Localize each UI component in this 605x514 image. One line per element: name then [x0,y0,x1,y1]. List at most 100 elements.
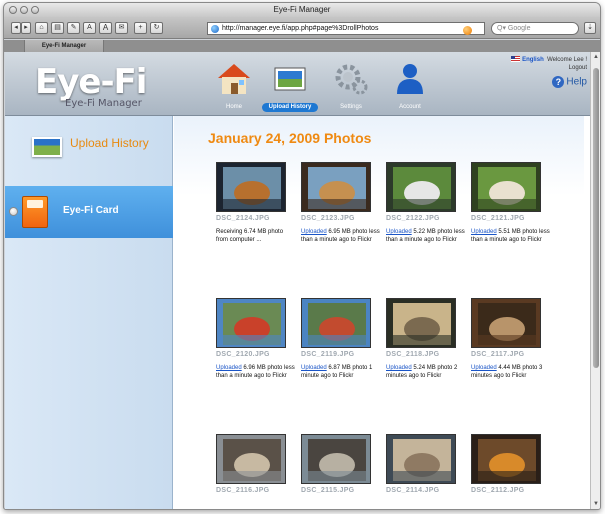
vertical-scrollbar[interactable]: ▲ ▼ [590,52,600,509]
photo-icon [32,137,62,157]
uploaded-link[interactable]: Uploaded [386,365,412,371]
sd-card-icon [22,196,48,228]
photo-filename: DSC_2115.JPG [301,487,355,494]
scroll-up-icon[interactable]: ▲ [592,54,600,61]
sidebar: Upload History Eye-Fi Card [5,116,173,509]
nav-account-label: Account [399,104,421,110]
address-text: http://manager.eye.fi/app.php#page%3Drol… [222,25,379,32]
photo-thumbnail[interactable] [386,298,456,348]
gears-icon [335,64,368,95]
download-button[interactable]: ⇣ [584,22,596,34]
photo-thumbnail[interactable] [216,162,286,212]
nav-upload-history-label: Upload History [262,103,318,112]
photo-thumbnail[interactable] [386,434,456,484]
logout-link[interactable]: Logout [511,64,587,72]
nav-settings-label: Settings [340,104,362,110]
help-link[interactable]: ? Help [552,76,587,89]
nav-settings[interactable]: Settings [321,58,381,114]
edit-button[interactable]: ✎ [67,22,80,34]
language-link[interactable]: English [522,57,544,63]
photo-thumbnail[interactable] [301,434,371,484]
globe-icon [211,25,219,33]
uploaded-link[interactable]: Uploaded [301,365,327,371]
web-page: Eye-Fi Eye-Fi Manager Home Upload Histor… [5,52,593,509]
photo-filename: DSC_2117.JPG [471,351,525,358]
photo-filename: DSC_2114.JPG [386,487,440,494]
zoom-window-button[interactable] [31,6,39,14]
photo-status: Uploaded 6.95 MB photo less than a minut… [301,228,381,244]
uploaded-link[interactable]: Uploaded [471,229,497,235]
forward-button[interactable]: ▸ [21,22,31,34]
uploaded-link[interactable]: Uploaded [471,365,497,371]
nav-upload-history[interactable]: Upload History [260,58,320,114]
eye-fi-logo[interactable]: Eye-Fi [35,62,147,102]
photo-filename: DSC_2123.JPG [301,215,355,222]
scroll-down-icon[interactable]: ▼ [592,501,600,508]
tab-strip: Eye-Fi Manager [4,40,600,52]
photo-thumbnail[interactable] [471,434,541,484]
text-smaller-button[interactable]: A [83,22,96,34]
photo-thumbnail[interactable] [301,298,371,348]
photo-filename: DSC_2121.JPG [471,215,525,222]
sidebar-item-eye-fi-card[interactable]: Eye-Fi Card [5,186,173,238]
bookmark-button[interactable]: ✉ [115,22,128,34]
person-icon [397,64,423,94]
photo-status: Receiving 6.74 MB photo from computer ..… [216,228,296,244]
house-icon [218,64,250,94]
scrollbar-thumb[interactable] [593,68,599,368]
text-larger-button[interactable]: A [99,22,112,34]
photo-thumbnail[interactable] [216,434,286,484]
uploaded-link[interactable]: Uploaded [301,229,327,235]
app-header: Eye-Fi Eye-Fi Manager Home Upload Histor… [5,52,593,116]
photo-status: Uploaded 5.22 MB photo less than a minut… [386,228,466,244]
close-window-button[interactable] [9,6,17,14]
photo-thumbnail[interactable] [301,162,371,212]
photo-filename: DSC_2119.JPG [301,351,355,358]
main-content: January 24, 2009 Photos DSC_2124.JPG Rece… [174,116,584,509]
photo-filename: DSC_2116.JPG [216,487,270,494]
photo-status: Uploaded 5.51 MB photo less than a minut… [471,228,551,244]
sidebar-item-label: Eye-Fi Card [63,205,119,216]
window-title: Eye-Fi Manager [273,5,331,14]
home-button[interactable]: ⌂ [35,22,48,34]
photo-thumbnail[interactable] [471,162,541,212]
photo-status: Uploaded 6.96 MB photo less than a minut… [216,364,296,380]
photo-filename: DSC_2112.JPG [471,487,525,494]
photo-thumbnail[interactable] [471,298,541,348]
print-button[interactable]: ▤ [51,22,64,34]
radio-button[interactable] [9,207,18,216]
title-bar: Eye-Fi Manager [4,3,600,17]
us-flag-icon [511,56,521,62]
uploaded-link[interactable]: Uploaded [216,365,242,371]
photo-status: Uploaded 5.24 MB photo 2 minutes ago to … [386,364,466,380]
photo-filename: DSC_2124.JPG [216,215,270,222]
help-label: Help [566,76,587,88]
photo-icon [274,67,306,91]
photo-filename: DSC_2122.JPG [386,215,440,222]
minimize-window-button[interactable] [20,6,28,14]
photo-status: Uploaded 6.87 MB photo 1 minute ago to F… [301,364,381,380]
reload-button[interactable]: ↻ [150,22,163,34]
user-links: English Welcome Lee ! Logout [511,56,587,72]
nav-home-label: Home [225,104,242,110]
nav-home[interactable]: Home [204,58,264,114]
uploaded-link[interactable]: Uploaded [386,229,412,235]
photo-thumbnail[interactable] [386,162,456,212]
status-text: Receiving 6.74 MB photo from computer ..… [216,229,284,243]
photo-thumbnail[interactable] [216,298,286,348]
add-bookmark-button[interactable]: + [134,22,147,34]
page-title: January 24, 2009 Photos [208,130,372,146]
help-icon: ? [552,76,565,89]
back-button[interactable]: ◂ [11,22,21,34]
welcome-text: Welcome Lee ! [547,57,587,63]
rss-icon[interactable] [463,26,472,35]
tab-eye-fi-manager[interactable]: Eye-Fi Manager [24,40,104,52]
address-bar[interactable]: http://manager.eye.fi/app.php#page%3Drol… [207,22,485,35]
sidebar-item-upload-history[interactable]: Upload History [5,128,173,168]
browser-window: Eye-Fi Manager ◂ ▸ ⌂ ▤ ✎ A A ✉ + ↻ http:… [3,2,601,510]
browser-toolbar: ◂ ▸ ⌂ ▤ ✎ A A ✉ + ↻ http://manager.eye.f… [4,17,600,39]
photo-filename: DSC_2118.JPG [386,351,440,358]
search-input[interactable]: Q▾ Google [491,22,579,35]
logo-subtitle: Eye-Fi Manager [65,98,142,109]
nav-account[interactable]: Account [380,58,440,114]
